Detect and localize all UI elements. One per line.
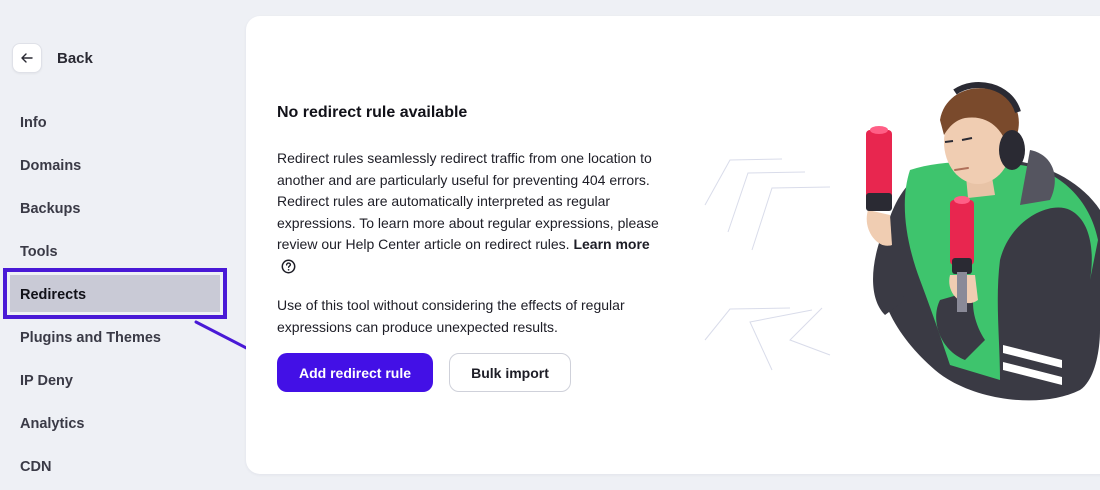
motion-lines: [704, 158, 831, 371]
learn-more-link[interactable]: Learn more: [573, 236, 649, 252]
warning-text: Use of this tool without considering the…: [277, 297, 625, 335]
sidebar-item-cdn[interactable]: CDN: [0, 445, 245, 488]
back-button[interactable]: Back: [12, 42, 93, 74]
sidebar-nav: Info Domains Backups Tools Redirects Plu…: [0, 101, 245, 488]
page-title: No redirect rule available: [277, 104, 468, 121]
question-circle-icon[interactable]: [281, 259, 296, 281]
sidebar-item-tools[interactable]: Tools: [0, 230, 245, 273]
sidebar-item-redirects[interactable]: Redirects: [0, 273, 245, 316]
sidebar-item-analytics[interactable]: Analytics: [0, 402, 245, 445]
bulk-import-button[interactable]: Bulk import: [449, 353, 571, 392]
empty-state: No redirect rule available Redirect rule…: [277, 100, 667, 338]
character-illustration: [704, 82, 1100, 401]
add-redirect-rule-button[interactable]: Add redirect rule: [277, 353, 433, 392]
back-icon-box[interactable]: [12, 43, 42, 73]
sidebar-item-domains[interactable]: Domains: [0, 144, 245, 187]
description: Redirect rules seamlessly redirect traff…: [277, 148, 667, 280]
sidebar: Back Info Domains Backups Tools Redirect…: [0, 0, 245, 490]
sidebar-item-backups[interactable]: Backups: [0, 187, 245, 230]
arrow-left-icon: [21, 53, 33, 63]
sidebar-item-info[interactable]: Info: [0, 101, 245, 144]
back-label: Back: [57, 49, 93, 67]
action-buttons: Add redirect rule Bulk import: [277, 353, 571, 392]
